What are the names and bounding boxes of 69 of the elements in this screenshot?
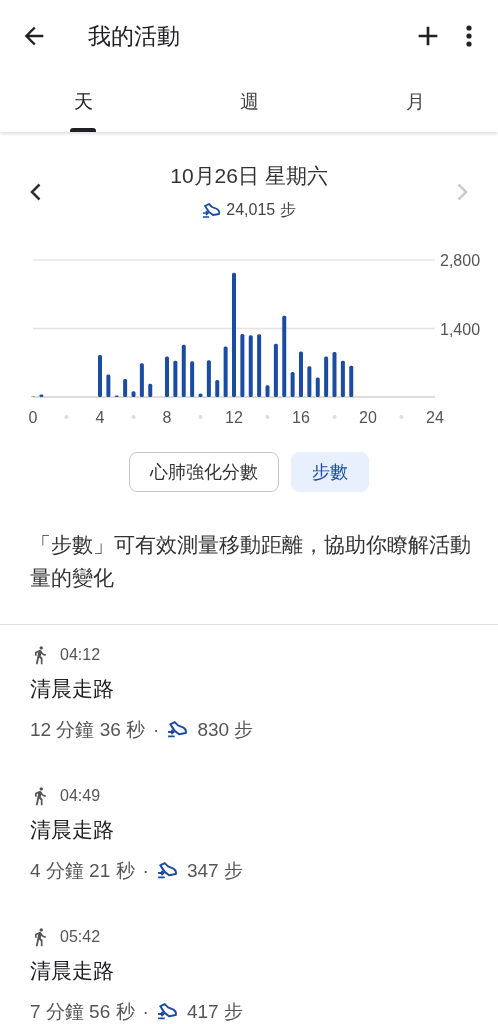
x-axis-label: 12 [225,409,243,426]
metric-chip[interactable]: 步數 [291,452,369,492]
x-axis-label: 0 [28,409,38,426]
bar [349,365,354,397]
activity-steps: 830 步 [197,717,254,743]
activity-title: 清晨走路 [30,817,115,843]
y-axis-label: 2,800 [440,252,481,269]
bar [299,351,303,397]
activity-duration: 4 分鐘 21 秒 [30,859,135,883]
date-heading: 10月26日 星期六 [170,163,328,189]
bar [139,363,144,397]
bar [206,360,211,397]
bar [173,360,178,397]
page-title: 我的活動 [88,21,181,51]
chevron-right-icon [457,182,468,201]
x-axis-label: 8 [162,409,172,426]
bar [315,377,320,397]
bar [273,343,278,397]
bar [248,335,253,397]
bar [223,346,228,397]
bar [148,383,153,397]
bar [198,393,203,397]
x-axis-label: 16 [292,409,310,426]
bar [39,394,44,397]
period-tab[interactable]: 月 [332,72,498,132]
bar [215,379,220,397]
activity-title: 清晨走路 [30,676,115,702]
bar [240,333,245,397]
activity-steps: 417 步 [186,999,243,1024]
metric-chip[interactable]: 心肺強化分數 [129,452,279,492]
activity-steps: 347 步 [186,858,243,884]
bar [290,372,295,397]
bar [257,334,262,397]
bar [165,356,169,397]
bar [123,378,128,397]
activity-time: 04:49 [60,787,101,805]
steps-icon [167,721,190,739]
steps-icon [202,202,223,219]
steps-icon [156,862,179,880]
more-vertical-icon [466,25,472,47]
activity-duration: 7 分鐘 56 秒 [30,1000,135,1024]
chevron-left-icon [30,182,41,201]
previous-day-button[interactable] [30,182,41,201]
x-axis-label: 20 [359,409,377,426]
bar [190,361,195,397]
y-axis-label: 1,400 [440,320,481,338]
activity-time: 04:12 [60,646,101,664]
bar [131,391,136,397]
bar [181,344,186,397]
x-axis-label: 24 [426,409,444,426]
activity-time: 05:42 [60,928,101,946]
bar [324,356,329,397]
separator-dot: · [153,719,160,741]
description-text: 「步數」可有效測量移動距離，協助你瞭解活動量的變化 [30,532,472,591]
period-tab[interactable]: 天 [0,72,166,132]
steps-icon [156,1003,179,1021]
bar [265,385,270,397]
period-tab[interactable]: 週 [166,72,332,132]
x-axis-label: 4 [95,409,105,426]
separator-dot: · [142,860,149,882]
separator-dot: · [142,1001,149,1023]
activity-duration: 12 分鐘 36 秒 [30,718,146,742]
bar [98,354,102,397]
bar [106,374,111,397]
bar [340,360,345,397]
bar [307,366,312,397]
total-steps: 24,015 步 [226,200,296,221]
activity-title: 清晨走路 [30,958,115,984]
bar [332,352,337,397]
